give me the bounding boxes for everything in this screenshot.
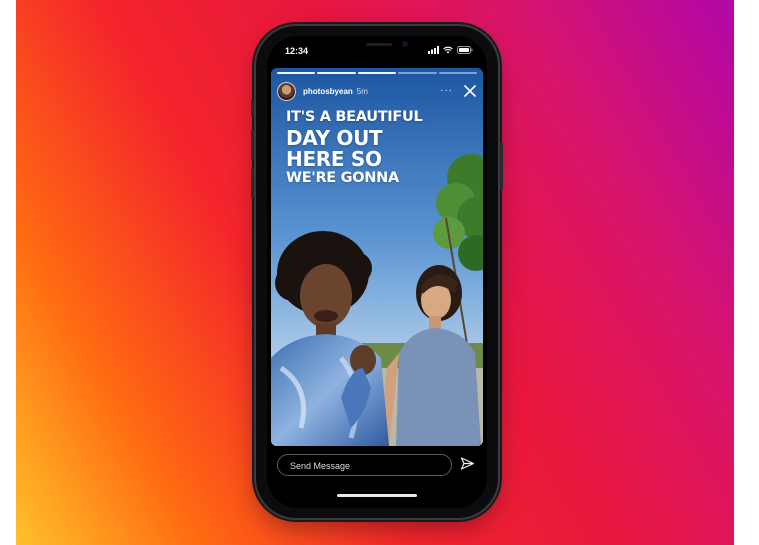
status-icons xyxy=(428,46,473,54)
close-icon[interactable] xyxy=(463,84,477,98)
phone-screen: 12:34 photosbyean 5m ··· IT'S A BEAUTIFU… xyxy=(267,36,487,508)
progress-segment xyxy=(398,72,437,74)
battery-icon xyxy=(457,46,473,54)
caption-line-3: HERE SO xyxy=(286,146,382,171)
gradient-background: 12:34 photosbyean 5m ··· IT'S A BEAUTIFU… xyxy=(16,0,734,545)
signal-icon xyxy=(428,46,439,54)
caption-line-4: WE'RE GONNA xyxy=(286,169,399,186)
story-viewer[interactable]: photosbyean 5m ··· IT'S A BEAUTIFUL DAY … xyxy=(271,68,483,446)
progress-segment xyxy=(438,72,478,74)
home-indicator[interactable] xyxy=(337,494,417,497)
more-options-icon[interactable]: ··· xyxy=(440,86,453,96)
status-time: 12:34 xyxy=(285,46,309,56)
status-bar: 12:34 xyxy=(267,36,487,64)
progress-segment xyxy=(357,72,397,74)
volume-down-button xyxy=(251,168,254,198)
caption-line-2: DAY OUT xyxy=(286,125,383,150)
caption-line-1: IT'S A BEAUTIFUL xyxy=(286,109,423,125)
send-message-input[interactable]: Send Message xyxy=(277,454,452,476)
story-header: photosbyean 5m ··· xyxy=(277,80,477,102)
progress-segment xyxy=(277,72,316,74)
send-icon[interactable] xyxy=(460,456,475,471)
power-button xyxy=(500,142,503,190)
story-time-ago: 5m xyxy=(356,86,368,96)
mute-switch xyxy=(251,100,254,116)
progress-segment xyxy=(317,72,356,74)
story-progress-bar xyxy=(277,72,478,74)
story-username[interactable]: photosbyean xyxy=(303,87,353,96)
volume-up-button xyxy=(251,130,254,160)
phone-frame: 12:34 photosbyean 5m ··· IT'S A BEAUTIFU… xyxy=(251,26,503,518)
wifi-icon xyxy=(443,46,453,54)
story-caption: IT'S A BEAUTIFUL DAY OUT HERE SO WE'RE G… xyxy=(286,109,423,186)
avatar[interactable] xyxy=(277,81,296,101)
